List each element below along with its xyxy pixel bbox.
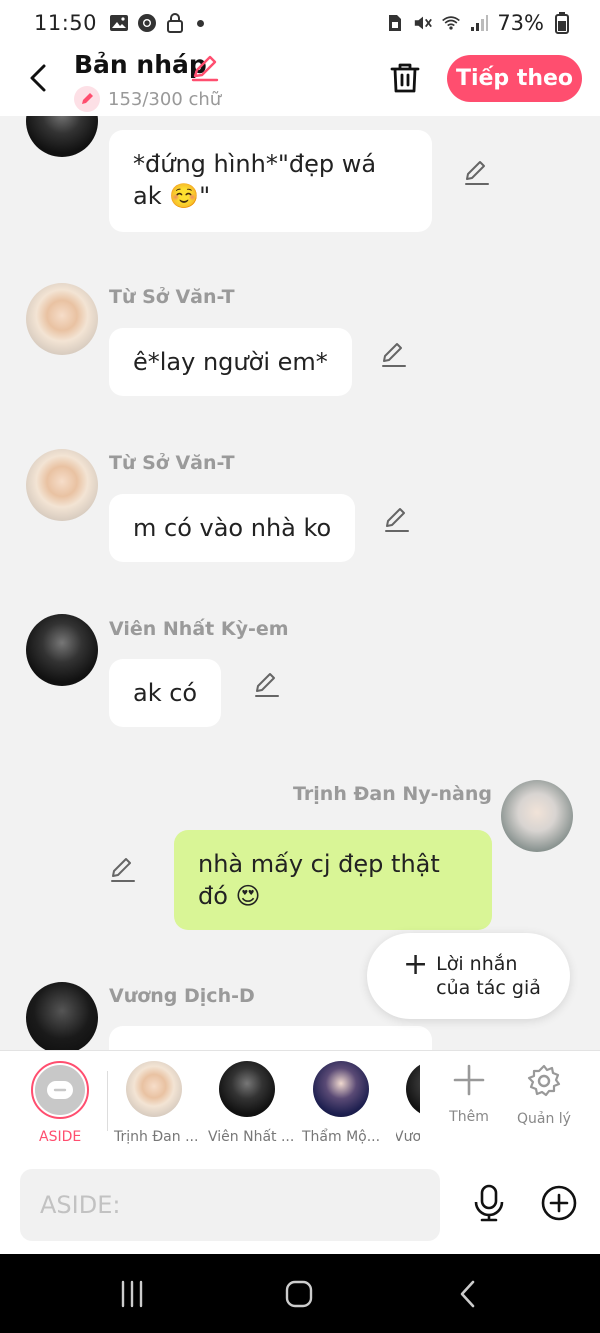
author-note-label: Lời nhắn của tác giả (436, 953, 541, 999)
manage-button[interactable]: Quản lý (516, 1063, 572, 1127)
chat-area[interactable]: *đứng hình*"đẹp wá ak ☺️" Từ Sở Văn-T ê*… (0, 116, 600, 1050)
recent-apps-icon (121, 1280, 143, 1308)
message-bubble[interactable] (109, 1026, 432, 1050)
battery-icon (552, 12, 572, 34)
add-character-button[interactable]: Thêm (441, 1063, 497, 1125)
sender-name: Từ Sở Văn-T (109, 286, 235, 308)
input-bar (0, 1158, 600, 1254)
lock-icon (165, 13, 185, 33)
word-count: 153/300 chữ (108, 88, 222, 110)
edit-message-pencil-icon[interactable] (253, 671, 281, 699)
back-arrow-icon (460, 1280, 475, 1308)
edit-message-pencil-icon[interactable] (383, 506, 411, 534)
character-name: Trịnh Đan ... (114, 1129, 199, 1145)
trash-icon (390, 63, 420, 93)
status-time: 11:50 (34, 11, 98, 35)
message-bubble[interactable]: *đứng hình*"đẹp wá ak ☺️" (109, 130, 432, 232)
next-button[interactable]: Tiếp theo (447, 55, 582, 102)
character-name: Vươ (396, 1129, 420, 1145)
avatar[interactable] (26, 982, 98, 1050)
edit-message-pencil-icon[interactable] (109, 856, 137, 884)
microphone-icon (474, 1184, 504, 1222)
home-icon (285, 1280, 313, 1308)
avatar[interactable] (26, 116, 98, 157)
system-back-button[interactable] (448, 1276, 488, 1312)
avatar[interactable] (26, 614, 98, 686)
tray-divider (107, 1071, 108, 1131)
author-note-button[interactable]: + Lời nhắn của tác giả (367, 933, 570, 1019)
status-bar: 11:50 73% (0, 0, 600, 46)
wifi-icon (441, 13, 461, 33)
aside-chip[interactable] (31, 1061, 89, 1119)
edit-message-pencil-icon[interactable] (380, 341, 408, 369)
message-bubble[interactable]: ak có (109, 659, 222, 727)
add-attachment-button[interactable] (540, 1184, 578, 1222)
mute-icon (413, 13, 433, 33)
avatar[interactable] (26, 449, 98, 521)
microphone-button[interactable] (470, 1184, 508, 1222)
plus-circle-icon (541, 1185, 577, 1221)
avatar[interactable] (501, 780, 573, 852)
sender-name: Viên Nhất Kỳ-em (109, 618, 289, 640)
character-tray: ASIDE Trịnh Đan ... Viên Nhất ... Thẩm M… (0, 1050, 600, 1158)
battery-percent: 73% (497, 11, 544, 35)
edit-message-pencil-icon[interactable] (463, 159, 491, 187)
aside-label: ASIDE (39, 1129, 82, 1145)
sim-icon (385, 13, 405, 33)
plus-icon: + (403, 947, 429, 982)
character-clip: Vươ (396, 1051, 420, 1159)
character-name: Viên Nhất ... (208, 1129, 295, 1145)
sender-name: Vương Dịch-D (109, 985, 255, 1007)
header: Bản nháp 153/300 chữ Tiếp theo (0, 46, 600, 116)
back-button[interactable] (18, 58, 58, 98)
aside-input[interactable] (20, 1169, 440, 1241)
chrome-icon (137, 13, 157, 33)
system-nav-bar (0, 1254, 600, 1333)
message-bubble[interactable]: nhà mấy cj đẹp thật đó 😍 (174, 830, 492, 930)
plus-icon (453, 1064, 485, 1096)
gear-icon (527, 1064, 561, 1097)
character-avatar[interactable] (219, 1061, 275, 1117)
avatar[interactable] (26, 283, 98, 355)
signal-icon (469, 13, 489, 33)
character-name: Thẩm Mộ... (302, 1129, 381, 1145)
edit-title-pencil-icon[interactable] (190, 52, 220, 82)
add-label: Thêm (449, 1109, 489, 1125)
message-bubble[interactable]: m có vào nhà ko (109, 494, 356, 562)
recent-apps-button[interactable] (112, 1276, 152, 1312)
notification-dot-icon (197, 19, 205, 27)
sender-name: Từ Sở Văn-T (109, 452, 235, 474)
message-bubble[interactable]: ê*lay người em* (109, 328, 352, 396)
page-title[interactable]: Bản nháp (74, 50, 207, 79)
word-count-row: 153/300 chữ (74, 86, 221, 112)
manage-label: Quản lý (517, 1111, 571, 1127)
image-icon (109, 13, 129, 33)
status-left-icons (109, 13, 205, 33)
home-button[interactable] (279, 1276, 319, 1312)
pencil-badge-icon (74, 86, 100, 112)
character-avatar[interactable] (406, 1061, 420, 1117)
character-avatar[interactable] (313, 1061, 369, 1117)
status-right-icons: 73% (385, 11, 572, 35)
character-avatar[interactable] (126, 1061, 182, 1117)
aside-icon (35, 1065, 85, 1115)
chevron-left-icon (30, 64, 46, 92)
sender-name: Trịnh Đan Ny-nàng (293, 783, 492, 805)
delete-button[interactable] (386, 58, 424, 98)
